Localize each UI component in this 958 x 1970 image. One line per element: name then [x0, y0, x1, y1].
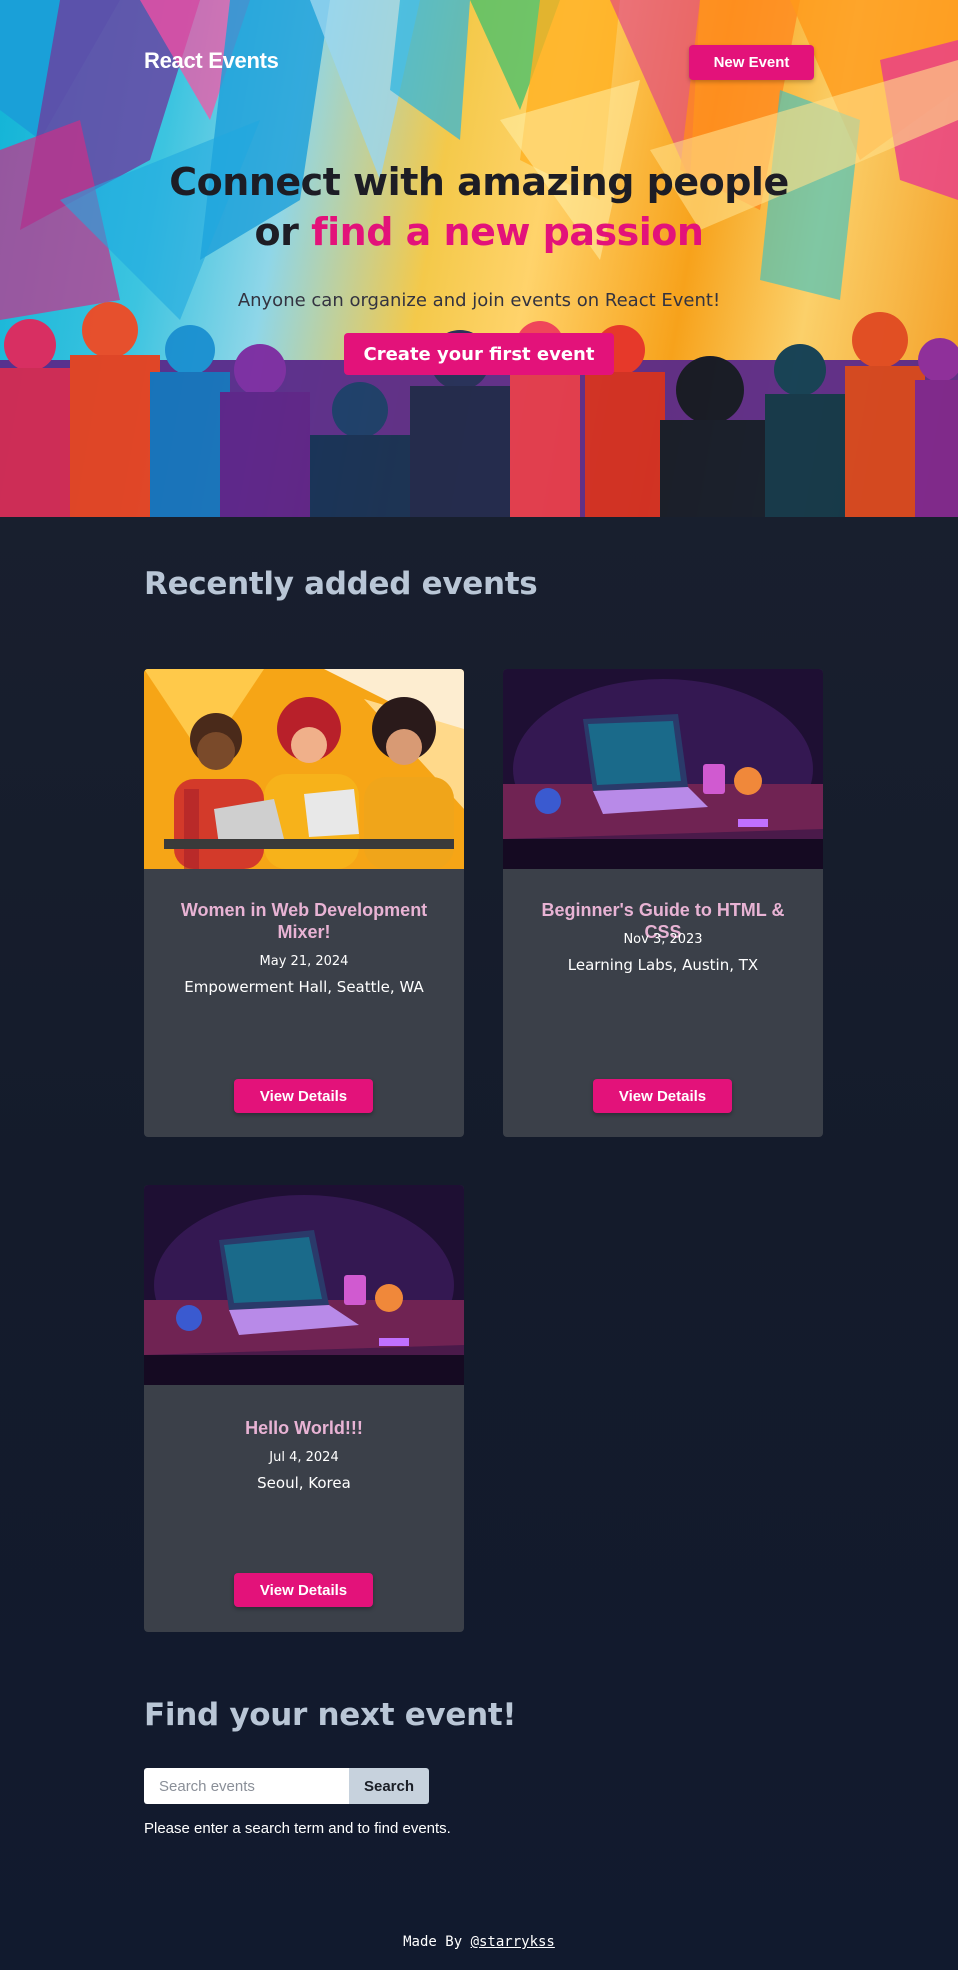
footer: Made By @starrykss: [0, 1934, 958, 1950]
event-date: May 21, 2024: [259, 954, 349, 969]
hero-subtitle: Anyone can organize and join events on R…: [237, 290, 721, 311]
event-title: Hello World!!!: [245, 1418, 363, 1438]
event-image: [144, 669, 464, 869]
event-date: Jul 4, 2024: [269, 1450, 339, 1465]
search-hint: Please enter a search term and to find e…: [144, 1820, 451, 1837]
hero-banner: React Events New Event Connect with amaz…: [0, 0, 958, 517]
footer-prefix: Made By: [403, 1934, 471, 1950]
search-input[interactable]: [144, 1768, 349, 1804]
recent-events-heading: Recently added events: [144, 566, 538, 602]
event-location: Seoul, Korea: [257, 1474, 351, 1492]
event-title: Women in Web Development Mixer!: [180, 900, 428, 942]
view-details-button[interactable]: View Details: [234, 1573, 373, 1607]
view-details-button[interactable]: View Details: [234, 1079, 373, 1113]
event-card: Beginner's Guide to HTML & CSS Nov 3, 20…: [503, 669, 823, 1137]
brand-logo[interactable]: React Events: [144, 48, 279, 74]
find-event-heading: Find your next event!: [144, 1697, 517, 1733]
new-event-button[interactable]: New Event: [689, 45, 814, 80]
event-location: Learning Labs, Austin, TX: [567, 956, 759, 974]
hero-title-prefix: or: [254, 210, 312, 254]
event-image: [503, 669, 823, 869]
author-link[interactable]: @starrykss: [471, 1934, 555, 1950]
event-card: Women in Web Development Mixer! May 21, …: [144, 669, 464, 1137]
hero-illustration: [0, 0, 958, 517]
event-location: Empowerment Hall, Seattle, WA: [184, 978, 424, 996]
hero-title-line2: or find a new passion: [0, 207, 958, 257]
event-card: Hello World!!! Jul 4, 2024 Seoul, Korea …: [144, 1185, 464, 1632]
event-date: Nov 3, 2023: [623, 932, 703, 947]
hero-title-line1: Connect with amazing people: [169, 160, 789, 204]
search-button[interactable]: Search: [349, 1768, 429, 1804]
create-first-event-button[interactable]: Create your first event: [344, 333, 614, 375]
view-details-button[interactable]: View Details: [593, 1079, 732, 1113]
hero-title-accent: find a new passion: [311, 210, 704, 254]
event-image: [144, 1185, 464, 1385]
